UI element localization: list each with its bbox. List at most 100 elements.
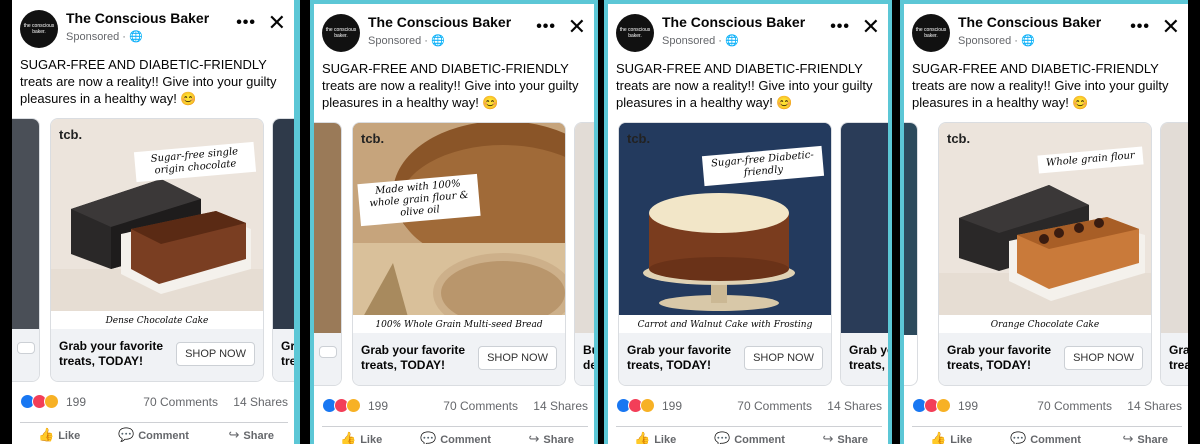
carousel[interactable]: tcb. Whole grain flour Orange Chocolate … — [904, 122, 1188, 386]
engagement-stats: 199 70 Comments 14 Shares — [322, 396, 588, 418]
post-header: the conscious baker. The Conscious Baker… — [322, 12, 586, 52]
more-options-icon[interactable]: ••• — [536, 18, 556, 36]
comment-button[interactable]: 💬 Comment — [420, 431, 491, 444]
carousel-card[interactable]: tcb. Sugar-free single origin chocolate … — [50, 118, 264, 382]
page-avatar[interactable]: the conscious baker. — [322, 14, 360, 52]
carousel-card-prev[interactable] — [314, 122, 342, 386]
card-title[interactable]: Grab your favorite treats, TODAY! — [59, 339, 177, 369]
comment-count[interactable]: 70 Comments — [737, 399, 812, 413]
comment-button[interactable]: 💬 Comment — [714, 431, 785, 444]
card-title-next[interactable]: Grab yo treats, T — [849, 343, 888, 373]
comment-button[interactable]: 💬 Comment — [118, 427, 189, 443]
thumbs-up-icon: 👍 — [38, 427, 55, 442]
shop-now-button[interactable]: SHOP NOW — [176, 342, 255, 366]
carousel-card-next[interactable]: Buy des — [574, 122, 594, 386]
like-button[interactable]: 👍 Like — [38, 427, 80, 443]
shop-now-button-prev[interactable] — [17, 342, 35, 354]
thumbs-up-icon: 👍 — [634, 431, 651, 444]
page-avatar[interactable]: the conscious baker. — [20, 10, 58, 48]
carousel-card[interactable]: tcb. Sugar-free Diabetic-friendly Carrot… — [618, 122, 832, 386]
reaction-count: 199 — [66, 394, 87, 409]
brand-label: tcb. — [947, 131, 971, 146]
card-title[interactable]: Grab your favorite treats, TODAY! — [361, 343, 479, 373]
reactions[interactable]: 199 — [20, 394, 87, 410]
close-icon[interactable]: ✕ — [268, 10, 286, 36]
card-title-next[interactable]: Buy des — [583, 343, 594, 373]
like-button[interactable]: 👍 Like — [930, 431, 972, 444]
card-title-next[interactable]: Gra trea — [281, 339, 294, 369]
carousel-card[interactable]: tcb. Made with 100% whole grain flour & … — [352, 122, 566, 386]
comment-count[interactable]: 70 Comments — [443, 399, 518, 413]
page-avatar[interactable]: the conscious baker. — [616, 14, 654, 52]
reactions[interactable]: 199 — [322, 398, 388, 414]
like-button[interactable]: 👍 Like — [340, 431, 382, 444]
like-button[interactable]: 👍 Like — [634, 431, 676, 444]
comment-count[interactable]: 70 Comments — [1037, 399, 1112, 413]
reactions[interactable]: 199 — [616, 398, 683, 414]
more-options-icon[interactable]: ••• — [1130, 18, 1150, 36]
carousel-card-prev[interactable] — [12, 118, 40, 382]
card-cta: Grab your favorite treats, TODAY! SHOP N… — [51, 329, 263, 381]
share-button[interactable]: ↪ Share — [1123, 431, 1168, 444]
shop-now-button[interactable]: SHOP NOW — [744, 346, 823, 370]
shop-now-button[interactable]: SHOP NOW — [1064, 346, 1143, 370]
carousel-card-next[interactable]: Gra trea — [1160, 122, 1188, 386]
haha-reaction-icon — [936, 398, 951, 414]
card-title-next[interactable]: Gra trea — [1169, 343, 1188, 373]
post-header: the conscious baker. The Conscious Baker… — [20, 8, 286, 48]
product-image[interactable]: tcb. Whole grain flour Orange Chocolate … — [939, 123, 1151, 335]
product-caption: Carrot and Walnut Cake with Frosting — [619, 315, 831, 335]
post-text: SUGAR-FREE AND DIABETIC-FRIENDLY treats … — [20, 57, 277, 106]
reactions[interactable]: 199 — [912, 398, 978, 414]
more-options-icon[interactable]: ••• — [830, 18, 850, 36]
reaction-count: 199 — [662, 398, 683, 413]
page-name[interactable]: The Conscious Baker — [368, 14, 511, 30]
carousel-card-prev[interactable] — [904, 122, 918, 386]
close-icon[interactable]: ✕ — [568, 14, 586, 40]
comment-icon: 💬 — [118, 427, 135, 442]
engagement-stats: 199 70 Comments 14 Shares — [912, 396, 1182, 418]
page-name[interactable]: The Conscious Baker — [662, 14, 805, 30]
carousel[interactable]: tcb. Made with 100% whole grain flour & … — [314, 122, 594, 386]
engagement-stats: 199 70 Comments 14 Shares — [616, 396, 882, 418]
carousel[interactable]: tcb. Sugar-free Diabetic-friendly Carrot… — [608, 122, 888, 386]
share-button[interactable]: ↪ Share — [229, 427, 274, 443]
share-count[interactable]: 14 Shares — [233, 395, 288, 409]
share-icon: ↪ — [1122, 431, 1134, 444]
ad-post-2: the conscious baker. The Conscious Baker… — [310, 0, 598, 444]
carousel-card-next[interactable]: Gra trea — [272, 118, 294, 382]
share-button[interactable]: ↪ Share — [529, 431, 574, 444]
comment-icon: 💬 — [1010, 431, 1027, 444]
product-image[interactable]: tcb. Sugar-free Diabetic-friendly Carrot… — [619, 123, 831, 335]
shop-now-button-prev[interactable] — [319, 346, 337, 358]
page-name[interactable]: The Conscious Baker — [66, 10, 209, 26]
product-image[interactable]: tcb. Sugar-free single origin chocolate … — [51, 119, 263, 331]
product-image[interactable]: tcb. Made with 100% whole grain flour & … — [353, 123, 565, 335]
comment-icon: 💬 — [420, 431, 437, 444]
more-options-icon[interactable]: ••• — [236, 14, 256, 32]
comment-icon: 💬 — [714, 431, 731, 444]
shop-now-button[interactable]: SHOP NOW — [478, 346, 557, 370]
brand-label: tcb. — [627, 131, 651, 146]
carousel[interactable]: tcb. Sugar-free single origin chocolate … — [12, 118, 294, 382]
page-avatar[interactable]: the conscious baker. — [912, 14, 950, 52]
carousel-card-next[interactable]: Grab yo treats, T — [840, 122, 888, 386]
share-count[interactable]: 14 Shares — [827, 399, 882, 413]
share-button[interactable]: ↪ Share — [823, 431, 868, 444]
action-bar: 👍 Like 💬 Comment ↪ Share — [616, 426, 882, 444]
close-icon[interactable]: ✕ — [862, 14, 880, 40]
comment-button[interactable]: 💬 Comment — [1010, 431, 1081, 444]
share-count[interactable]: 14 Shares — [533, 399, 588, 413]
card-title[interactable]: Grab your favorite treats, TODAY! — [627, 343, 745, 373]
share-count[interactable]: 14 Shares — [1127, 399, 1182, 413]
comment-count[interactable]: 70 Comments — [143, 395, 218, 409]
close-icon[interactable]: ✕ — [1162, 14, 1180, 40]
carousel-card[interactable]: tcb. Whole grain flour Orange Chocolate … — [938, 122, 1152, 386]
globe-icon: 🌐 — [430, 35, 445, 47]
ad-post-3: the conscious baker. The Conscious Baker… — [604, 0, 892, 444]
card-title[interactable]: Grab your favorite treats, TODAY! — [947, 343, 1065, 373]
haha-reaction-icon — [346, 398, 361, 414]
page-name[interactable]: The Conscious Baker — [958, 14, 1101, 30]
sponsored-label: Sponsored · 🌐 — [66, 31, 143, 43]
card-cta: Grab your favorite treats, TODAY! SHOP N… — [619, 333, 831, 385]
